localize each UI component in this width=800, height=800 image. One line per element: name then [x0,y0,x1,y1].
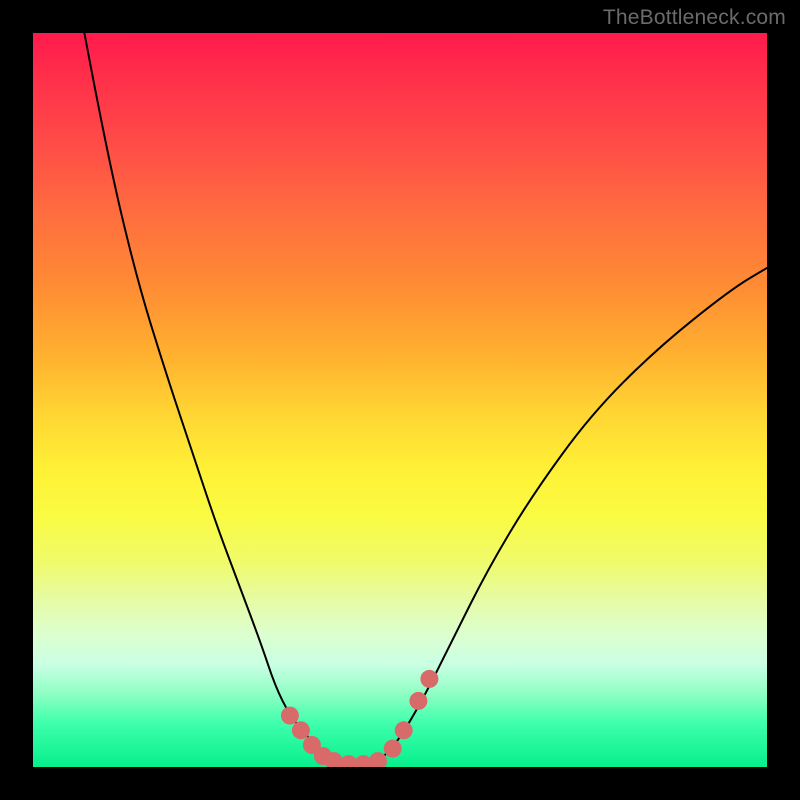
marker-dot [409,692,427,710]
curve-path [84,33,767,764]
marker-dot [281,707,299,725]
marker-dot [420,670,438,688]
marker-dot [395,721,413,739]
bottleneck-curve [84,33,767,764]
chart-frame: TheBottleneck.com [0,0,800,800]
plot-area [33,33,767,767]
marker-dots [281,670,439,767]
watermark-text: TheBottleneck.com [603,6,786,30]
marker-dot [292,721,310,739]
marker-dot [384,740,402,758]
curve-layer [33,33,767,767]
